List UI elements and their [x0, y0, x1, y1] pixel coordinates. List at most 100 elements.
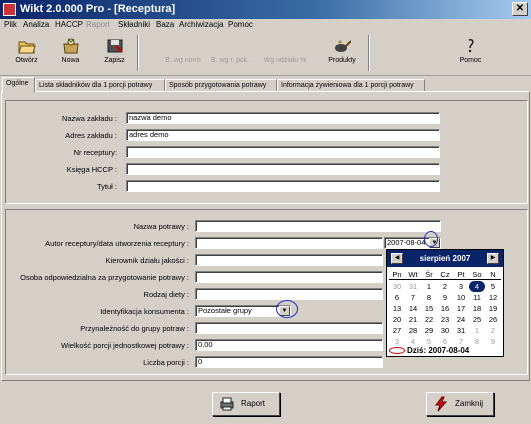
diet-type-field[interactable]: [195, 288, 383, 300]
calendar-day[interactable]: 28: [405, 325, 421, 336]
calendar-day[interactable]: 19: [485, 303, 501, 314]
consumer-id-value: Pozostałe grupy: [198, 306, 252, 315]
calendar-day[interactable]: 3: [453, 281, 469, 292]
author-field[interactable]: [195, 237, 383, 249]
quality-manager-label: Kierownik działu jakości :: [105, 256, 189, 265]
portions-count-field[interactable]: 0: [195, 356, 383, 368]
new-button[interactable]: Nowa: [52, 34, 89, 73]
dish-name-field[interactable]: [195, 220, 441, 232]
calendar-day[interactable]: 18: [469, 303, 485, 314]
calendar-popup: ◀ sierpień 2007 ▶ Pn Wt Śr Cz Pt So N 30 31 1 2 3 4…: [386, 249, 504, 357]
title-label: Tytuł :: [96, 182, 117, 191]
calendar-day[interactable]: 7: [405, 292, 421, 303]
menu-archiwizacja[interactable]: Archiwizacja: [179, 20, 223, 29]
creation-date-value: 2007-08-04: [387, 238, 426, 247]
calendar-day[interactable]: 5: [485, 281, 501, 292]
recipe-number-label: Nr receptury:: [73, 148, 117, 157]
calendar-day[interactable]: 9: [437, 292, 453, 303]
calendar-day[interactable]: 8: [469, 336, 485, 347]
calendar-day[interactable]: 31: [405, 281, 421, 292]
calendar-day[interactable]: 26: [485, 314, 501, 325]
calendar-weekday: Śr: [425, 270, 433, 279]
help-label: Pomoc: [459, 57, 482, 64]
title-field[interactable]: [126, 180, 440, 192]
menu-analiza[interactable]: Analiza: [23, 20, 49, 29]
calendar-day[interactable]: 16: [437, 303, 453, 314]
help-button[interactable]: Pomoc: [452, 34, 489, 73]
by-share-label: Wg udziału %: [263, 57, 307, 64]
calendar-day[interactable]: 2: [437, 281, 453, 292]
report-button[interactable]: Raport: [212, 392, 280, 416]
products-button[interactable]: Produkty: [320, 34, 364, 73]
next-month-button[interactable]: ▶: [487, 253, 499, 264]
by-pck-label: B. wg r. pck.: [210, 57, 250, 64]
establishment-name-label: Nazwa zakładu :: [61, 114, 117, 123]
calendar-day-selected[interactable]: 4: [469, 281, 485, 292]
calendar-day[interactable]: 6: [389, 292, 405, 303]
menu-plik[interactable]: Plik: [4, 20, 17, 29]
calendar-day[interactable]: 13: [389, 303, 405, 314]
calendar-day[interactable]: 24: [453, 314, 469, 325]
calendar-day[interactable]: 2: [485, 325, 501, 336]
author-label: Autor receptury/data utworzenia receptur…: [45, 239, 189, 248]
calendar-day[interactable]: 27: [389, 325, 405, 336]
calendar-day[interactable]: 14: [405, 303, 421, 314]
dish-name-label: Nazwa potrawy :: [133, 222, 189, 231]
date-button-highlight-ring: [424, 231, 438, 247]
calendar-day[interactable]: 20: [389, 314, 405, 325]
calendar-day[interactable]: 17: [453, 303, 469, 314]
calendar-day[interactable]: 25: [469, 314, 485, 325]
haccp-book-field[interactable]: [126, 163, 440, 175]
establishment-address-field[interactable]: adres demo: [126, 129, 440, 141]
menu-haccp[interactable]: HACCP: [55, 20, 83, 29]
menu-pomoc[interactable]: Pomoc: [228, 20, 253, 29]
calendar-today-label: Dziś: 2007-08-04: [407, 346, 470, 355]
calendar-day[interactable]: 1: [421, 281, 437, 292]
establishment-group: Nazwa zakładu : nazwa demo Adres zakładu…: [5, 100, 528, 204]
calendar-day[interactable]: 22: [421, 314, 437, 325]
by-pck-button: B. wg r. pck.: [209, 34, 251, 73]
folder-open-icon: [17, 41, 36, 54]
open-button[interactable]: Otwórz: [8, 34, 45, 73]
calendar-weekday: Pt: [457, 270, 465, 279]
dish-group-field[interactable]: [195, 322, 383, 334]
by-pck-icon: [221, 37, 239, 55]
calendar-day[interactable]: 30: [437, 325, 453, 336]
calendar-day[interactable]: 8: [421, 292, 437, 303]
close-button[interactable]: Zamknij: [426, 392, 494, 416]
calendar-day[interactable]: 23: [437, 314, 453, 325]
save-button[interactable]: Zapisz: [96, 34, 133, 73]
quality-manager-field[interactable]: [195, 254, 383, 266]
close-window-button[interactable]: ✕: [512, 2, 528, 16]
calendar-header: ◀ sierpień 2007 ▶: [387, 250, 503, 267]
report-label: Raport: [241, 399, 266, 408]
menu-skladniki[interactable]: Składniki: [118, 20, 150, 29]
calendar-weekday-row: Pn Wt Śr Cz Pt So N: [389, 270, 501, 280]
calendar-day[interactable]: 30: [389, 281, 405, 292]
recipe-number-field[interactable]: [126, 146, 440, 158]
calendar-day[interactable]: 21: [405, 314, 421, 325]
calendar-weekday: Cz: [440, 270, 450, 279]
calendar-day[interactable]: 31: [453, 325, 469, 336]
calendar-day[interactable]: 12: [485, 292, 501, 303]
calendar-today-button[interactable]: Dziś: 2007-08-04: [389, 346, 469, 355]
preparer-field[interactable]: [195, 271, 383, 283]
tab-general[interactable]: Ogólne: [2, 77, 35, 93]
calendar-day[interactable]: 15: [421, 303, 437, 314]
calendar-day[interactable]: 9: [485, 336, 501, 347]
calendar-day[interactable]: 29: [421, 325, 437, 336]
portions-count-label: Liczba porcji :: [143, 358, 189, 367]
calendar-day[interactable]: 10: [453, 292, 469, 303]
consumer-button-highlight-ring: [276, 300, 298, 318]
portion-size-label: Wielkość porcji jednostkowej potrawy :: [61, 341, 189, 350]
establishment-name-field[interactable]: nazwa demo: [126, 112, 440, 124]
menu-baza[interactable]: Baza: [156, 20, 174, 29]
today-marker-icon: [389, 347, 405, 355]
open-label: Otwórz: [15, 57, 38, 64]
toolbar-separator: [368, 35, 370, 71]
save-icon: [107, 39, 123, 53]
calendar-day[interactable]: 11: [469, 292, 485, 303]
haccp-book-label: Księga HCCP :: [66, 165, 117, 174]
calendar-day[interactable]: 1: [469, 325, 485, 336]
portion-size-field[interactable]: 0,00: [195, 339, 383, 351]
